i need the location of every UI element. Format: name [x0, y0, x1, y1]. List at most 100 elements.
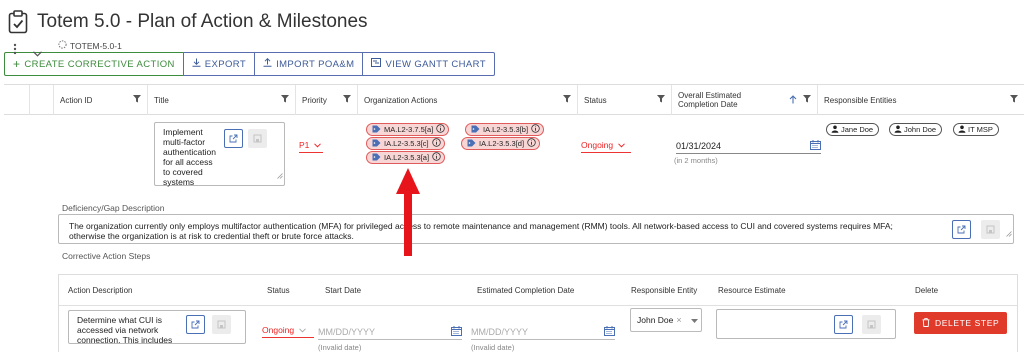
step-status-value: Ongoing — [262, 325, 295, 335]
caret-down-icon — [690, 315, 698, 325]
header-responsible[interactable]: Responsible Entities — [818, 85, 1024, 115]
org-action-chip[interactable]: IA.L2-3.5.3[c] — [366, 137, 445, 150]
filter-icon[interactable] — [133, 95, 141, 105]
filter-icon[interactable] — [803, 95, 811, 105]
tag-icon — [471, 125, 480, 135]
filter-icon[interactable] — [563, 95, 571, 105]
title-textarea[interactable]: Implement multi-factor authentication fo… — [154, 122, 285, 187]
responsible-entity-chip[interactable]: IT MSP — [953, 123, 999, 136]
header-completion-date[interactable]: Overall Estimated Completion Date — [672, 85, 818, 115]
status-select[interactable]: Ongoing — [581, 140, 631, 153]
save-button-disabled[interactable] — [248, 129, 267, 148]
delete-step-button[interactable]: DELETE STEP — [914, 312, 1008, 334]
tag-icon — [372, 153, 381, 163]
step-end-date-hint: (Invalid date) — [471, 343, 515, 352]
filter-icon[interactable] — [281, 95, 289, 105]
title-line: for all access — [163, 157, 213, 167]
info-icon[interactable] — [527, 138, 536, 149]
save-button-disabled[interactable] — [862, 315, 881, 334]
header-priority[interactable]: Priority — [296, 85, 358, 115]
org-action-chip[interactable]: IA.L2-3.5.3[d] — [461, 137, 541, 150]
filter-icon[interactable] — [343, 95, 351, 105]
calendar-icon[interactable] — [451, 325, 462, 338]
save-button-disabled[interactable] — [981, 220, 1000, 239]
step-status-select[interactable]: Ongoing — [262, 325, 314, 338]
person-icon — [894, 125, 902, 135]
open-editor-button[interactable] — [186, 315, 205, 334]
open-editor-button[interactable] — [224, 129, 243, 148]
header-action-id[interactable]: Action ID — [54, 85, 148, 115]
filter-icon[interactable] — [1010, 95, 1018, 105]
import-poam-button[interactable]: IMPORT POA&M — [255, 52, 364, 76]
header-title[interactable]: Title — [148, 85, 296, 115]
delete-step-label: DELETE STEP — [935, 318, 1000, 328]
step-resource-estimate-textarea[interactable] — [716, 309, 896, 339]
priority-select[interactable]: P1 — [299, 140, 323, 153]
calendar-icon[interactable] — [604, 325, 615, 338]
step-description-textarea[interactable]: Determine what CUI is accessed via netwo… — [68, 310, 246, 345]
save-icon — [867, 316, 876, 334]
open-editor-button[interactable] — [952, 220, 971, 239]
steps-header-est-completion: Estimated Completion Date — [477, 286, 575, 295]
org-action-chip[interactable]: IA.L2-3.5.3[b] — [465, 123, 545, 136]
gantt-chart-icon — [371, 58, 382, 70]
deficiency-textarea[interactable]: The organization currently only employs … — [58, 214, 1014, 244]
header-status[interactable]: Status — [578, 85, 672, 115]
step-entity-value: John Doe — [637, 315, 674, 325]
steps-header-delete: Delete — [915, 286, 939, 295]
tag-icon — [372, 139, 381, 149]
create-corrective-action-button[interactable]: + CREATE CORRECTIVE ACTION — [4, 52, 184, 76]
grid-header: Action ID Title Priority Organization Ac… — [4, 85, 1024, 115]
step-start-date-field[interactable]: MM/DD/YYYY — [318, 324, 462, 340]
deficiency-label: Deficiency/Gap Description — [62, 203, 165, 213]
info-icon[interactable] — [432, 152, 441, 163]
person-icon — [958, 125, 966, 135]
page-header: Totem 5.0 - Plan of Action & Milestones — [8, 8, 368, 36]
export-button[interactable]: EXPORT — [183, 52, 256, 76]
step-responsible-entity-select[interactable]: John Doe × — [630, 308, 702, 332]
loading-spinner-icon — [58, 40, 67, 51]
header-status-label: Status — [584, 95, 607, 105]
completion-date-field[interactable]: 01/31/2024 — [676, 139, 821, 154]
org-action-chip[interactable]: IA.L2-3.5.3[a] — [366, 151, 446, 164]
title-line: authentication — [163, 147, 216, 157]
save-icon — [986, 221, 995, 239]
download-icon — [192, 58, 201, 70]
chevron-down-icon — [618, 140, 625, 150]
steps-header-description: Action Description — [68, 286, 133, 295]
open-editor-button[interactable] — [834, 315, 853, 334]
step-start-date-placeholder: MM/DD/YYYY — [318, 326, 376, 337]
filter-icon[interactable] — [657, 95, 665, 105]
info-icon[interactable] — [531, 124, 540, 135]
step-description-line: accessed via network — [77, 325, 159, 335]
org-action-label: IA.L2-3.5.3[a] — [384, 153, 430, 162]
responsible-entity-chip[interactable]: John Doe — [889, 123, 943, 136]
expand-chevron-icon[interactable] — [33, 44, 42, 62]
resize-grip-icon[interactable] — [1006, 224, 1012, 242]
action-id-cell: TOTEM-5.0-1 — [58, 40, 122, 51]
action-toolbar: + CREATE CORRECTIVE ACTION EXPORT IMPORT… — [4, 52, 495, 76]
steps-header-entity: Responsible Entity — [631, 286, 698, 295]
responsible-entity-chip[interactable]: Jane Doe — [826, 123, 880, 136]
chevron-down-icon — [299, 325, 306, 335]
export-label: EXPORT — [204, 58, 247, 70]
org-action-chip[interactable]: MA.L2-3.7.5[a] — [366, 123, 450, 136]
status-value: Ongoing — [581, 140, 614, 150]
responsible-entity-label: John Doe — [904, 125, 937, 134]
info-icon[interactable] — [436, 124, 445, 135]
calendar-icon[interactable] — [810, 140, 821, 152]
view-gantt-chart-button[interactable]: VIEW GANTT CHART — [363, 52, 495, 76]
header-org-actions[interactable]: Organization Actions — [358, 85, 578, 115]
resize-grip-icon[interactable] — [277, 166, 283, 184]
info-icon[interactable] — [431, 138, 441, 149]
clear-icon[interactable]: × — [676, 315, 681, 325]
steps-header-start: Start Date — [325, 286, 362, 295]
header-org-actions-label: Organization Actions — [364, 95, 438, 105]
sort-ascending-icon[interactable] — [789, 95, 797, 106]
tag-icon — [372, 125, 381, 135]
row-menu-icon[interactable] — [13, 42, 17, 60]
header-menu-col — [4, 85, 30, 115]
step-end-date-field[interactable]: MM/DD/YYYY — [471, 324, 615, 340]
save-button-disabled[interactable] — [212, 315, 231, 334]
steps-header-divider — [59, 305, 1017, 306]
